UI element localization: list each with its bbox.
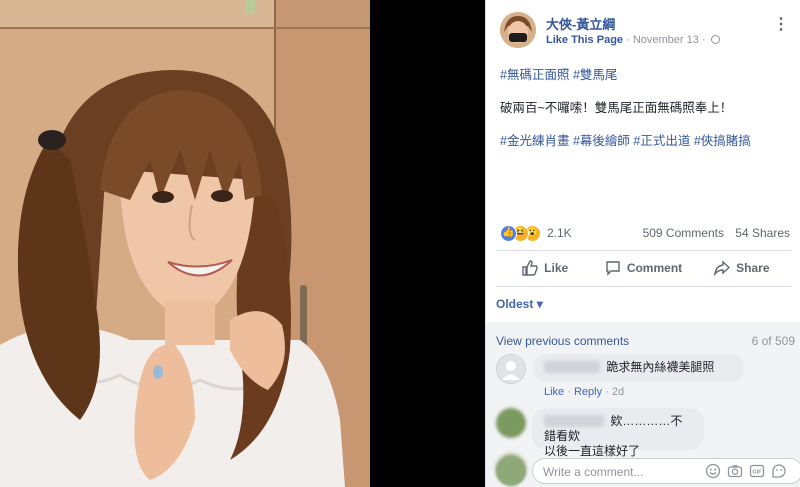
- post-header: 大俠-黃立綱 Like This Page · November 13 · ⋮: [500, 12, 790, 52]
- post-text-line-1: #無碼正面照 #雙馬尾: [500, 66, 790, 84]
- comments-count[interactable]: 509 Comments: [643, 226, 724, 240]
- divider: [496, 250, 791, 251]
- svg-text:GIF: GIF: [752, 470, 762, 476]
- comment-separator: ·: [605, 386, 609, 398]
- default-avatar-icon: [497, 355, 525, 383]
- meta-separator-2: ·: [701, 34, 706, 46]
- hashtag[interactable]: #無碼正面照: [500, 68, 569, 82]
- comment-text: 跪求無內絲襪美腿照: [606, 360, 715, 374]
- page-name[interactable]: 大俠-黃立綱: [546, 14, 615, 33]
- share-button[interactable]: Share: [693, 252, 791, 284]
- comment-actions: Like · Reply · 2d: [544, 386, 624, 398]
- like-this-page-link[interactable]: Like This Page: [546, 34, 623, 46]
- camera-icon[interactable]: [727, 463, 743, 479]
- like-reaction-icon: 👍: [500, 225, 517, 242]
- more-options-icon[interactable]: ⋮: [773, 14, 789, 34]
- commenter-name-blurred[interactable]: [544, 361, 600, 373]
- view-previous-comments-link[interactable]: View previous comments: [496, 334, 629, 348]
- share-label: Share: [736, 261, 770, 275]
- comment-text-line-2: 以後一直這樣好了: [544, 444, 641, 458]
- chevron-down-icon: ▾: [536, 297, 543, 311]
- post-date[interactable]: November 13: [633, 34, 699, 46]
- post-text-line-3: #金光練肖畫 #幕後繪師 #正式出道 #俠搞賭搞: [500, 132, 790, 150]
- globe-icon: [710, 35, 720, 44]
- sticker-icon[interactable]: [771, 463, 787, 479]
- post-actions: Like Comment Share: [496, 252, 791, 284]
- hashtag[interactable]: #金光練肖畫: [500, 134, 569, 148]
- sort-dropdown[interactable]: Oldest ▾: [496, 297, 543, 311]
- comment-like-link[interactable]: Like: [544, 386, 564, 398]
- emoji-icon[interactable]: [705, 463, 721, 479]
- shares-count[interactable]: 54 Shares: [735, 226, 790, 240]
- divider: [496, 286, 791, 287]
- hashtag[interactable]: #正式出道: [633, 134, 690, 148]
- write-comment-box: Write a comment... GIF: [496, 456, 800, 486]
- meta-separator: ·: [626, 34, 630, 46]
- gif-icon[interactable]: GIF: [749, 463, 765, 479]
- hashtag[interactable]: #雙馬尾: [573, 68, 617, 82]
- post-meta: Like This Page · November 13 ·: [546, 34, 720, 46]
- sort-label: Oldest: [496, 297, 534, 311]
- user-avatar[interactable]: [496, 408, 526, 438]
- comment-separator: ·: [567, 386, 571, 398]
- comments-count-of: 6 of 509: [751, 334, 795, 348]
- like-label: Like: [544, 261, 569, 275]
- hashtag[interactable]: #幕後繪師: [573, 134, 630, 148]
- current-user-avatar: [496, 456, 526, 486]
- reactions-bar: 👍 😆 😮 2.1K 509 Comments 54 Shares: [500, 224, 790, 244]
- avatar-image: [500, 12, 536, 48]
- page-avatar[interactable]: [500, 12, 536, 48]
- comment-time[interactable]: 2d: [612, 386, 624, 398]
- comment-bubble: 欸…………不錯看欸 以後一直這樣好了: [532, 408, 704, 458]
- portrait-photo: [0, 0, 485, 487]
- comment-bubble: 跪求無內絲襪美腿照: [532, 354, 744, 382]
- comment-placeholder: Write a comment...: [543, 465, 644, 479]
- comment-label: Comment: [626, 261, 683, 275]
- comment-reply-link[interactable]: Reply: [574, 386, 602, 398]
- comment-button[interactable]: Comment: [594, 252, 692, 284]
- thumbs-up-icon: [522, 260, 538, 276]
- commenter-name-blurred[interactable]: [544, 415, 604, 427]
- post-panel: 大俠-黃立綱 Like This Page · November 13 · ⋮ …: [485, 0, 800, 487]
- user-avatar[interactable]: [496, 354, 526, 384]
- hashtag[interactable]: #俠搞賭搞: [694, 134, 751, 148]
- like-button[interactable]: Like: [496, 252, 594, 284]
- share-icon: [714, 260, 731, 276]
- comment-icon: [606, 261, 620, 276]
- post-text-line-2: 破兩百~不囉嗦！雙馬尾正面無碼照奉上！: [500, 101, 733, 115]
- reaction-count[interactable]: 2.1K: [547, 226, 572, 240]
- comment-input-icons: GIF: [705, 463, 787, 479]
- post-stats: 509 Comments 54 Shares: [635, 226, 790, 240]
- post-photo[interactable]: [0, 0, 485, 487]
